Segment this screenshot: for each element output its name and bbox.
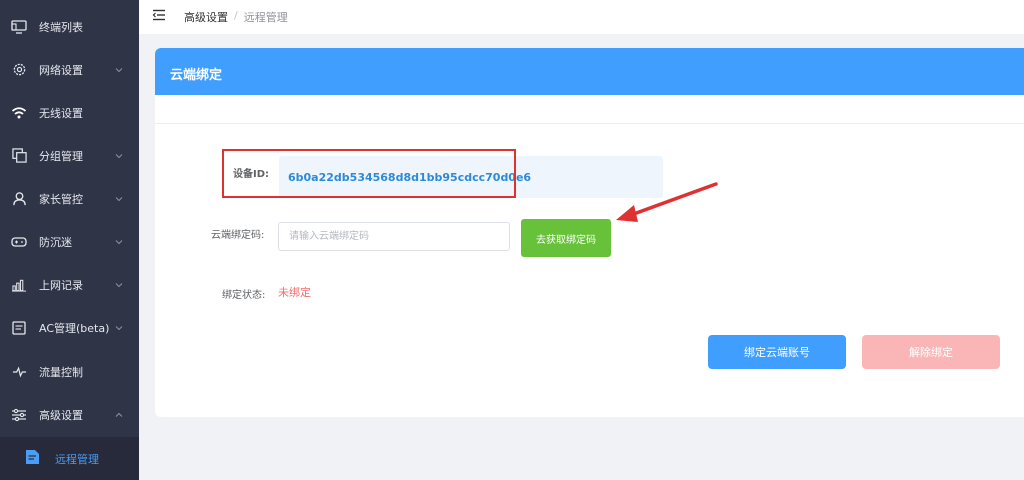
chevron-down-icon	[115, 196, 123, 201]
bar-chart-icon	[10, 276, 28, 294]
bind-status-label: 绑定状态:	[222, 290, 266, 301]
breadcrumb-current: 远程管理	[243, 11, 288, 24]
breadcrumb-parent[interactable]: 高级设置	[184, 9, 228, 25]
breadcrumb-separator: /	[234, 9, 238, 22]
gear-icon	[10, 61, 28, 79]
sidebar-item-terminal-list[interactable]: 终端列表	[0, 5, 139, 48]
highlight-box	[222, 149, 516, 198]
parent-icon	[10, 190, 28, 208]
chevron-down-icon	[115, 239, 123, 244]
menu-fold-icon[interactable]	[152, 9, 166, 21]
unbind-button[interactable]: 解除绑定	[862, 335, 1000, 369]
bind-status-value: 未绑定	[278, 286, 311, 299]
card-title: 云端绑定	[170, 68, 223, 83]
pulse-icon	[10, 363, 28, 381]
monitor-icon	[10, 18, 28, 36]
sidebar-item-anti-addiction[interactable]: 防沉迷	[0, 220, 139, 263]
sidebar-item-ac[interactable]: AC管理(beta)	[0, 306, 139, 349]
get-bind-code-button[interactable]: 去获取绑定码	[521, 219, 611, 257]
sidebar-item-label: 分组管理	[39, 149, 83, 163]
sidebar-subitem-label: 远程管理	[55, 453, 99, 466]
sidebar-item-network[interactable]: 网络设置	[0, 48, 139, 91]
group-icon	[10, 147, 28, 165]
sidebar-item-label: 防沉迷	[39, 235, 72, 249]
chevron-down-icon	[115, 153, 123, 158]
sidebar-item-label: 高级设置	[39, 408, 83, 422]
sidebar-item-label: 家长管控	[39, 192, 83, 206]
top-bar: 高级设置 / 远程管理	[139, 0, 1024, 34]
sidebar-item-label: 流量控制	[39, 365, 83, 379]
sidebar-item-label: 网络设置	[39, 63, 83, 77]
sidebar: 终端列表 网络设置 无线设置 分组管理 家长管控 防沉迷 上网记录 AC管理(b…	[0, 0, 139, 480]
chevron-down-icon	[115, 282, 123, 287]
sidebar-item-label: 终端列表	[39, 20, 83, 34]
sidebar-item-parental[interactable]: 家长管控	[0, 177, 139, 220]
chevron-up-icon	[115, 412, 123, 417]
breadcrumb: 高级设置 / 远程管理	[184, 9, 288, 25]
bind-code-input[interactable]	[278, 222, 510, 251]
sidebar-item-label: AC管理(beta)	[39, 321, 110, 335]
annotation-arrow-icon	[616, 182, 718, 222]
cloud-binding-card: 云端绑定 设备ID: 6b0a22db534568d8d1bb95cdcc70d…	[155, 48, 1024, 417]
sidebar-item-records[interactable]: 上网记录	[0, 263, 139, 306]
wifi-icon	[10, 104, 28, 122]
sidebar-item-traffic[interactable]: 流量控制	[0, 350, 139, 393]
sidebar-item-label: 上网记录	[39, 278, 83, 292]
sliders-icon	[10, 406, 28, 424]
bind-code-label: 云端绑定码:	[211, 230, 265, 241]
sidebar-item-advanced[interactable]: 高级设置	[0, 393, 139, 436]
divider	[155, 123, 1024, 124]
sidebar-subitem-remote-management[interactable]: 远程管理	[0, 437, 139, 480]
card-header: 云端绑定	[155, 48, 1024, 95]
chevron-down-icon	[115, 325, 123, 330]
sidebar-item-label: 无线设置	[39, 106, 83, 120]
gamepad-icon	[10, 233, 28, 251]
remote-doc-icon	[25, 449, 40, 469]
chevron-down-icon	[115, 67, 123, 72]
ac-icon	[10, 319, 28, 337]
sidebar-item-wireless[interactable]: 无线设置	[0, 91, 139, 134]
bind-cloud-account-button[interactable]: 绑定云端账号	[708, 335, 846, 369]
sidebar-item-group[interactable]: 分组管理	[0, 134, 139, 177]
